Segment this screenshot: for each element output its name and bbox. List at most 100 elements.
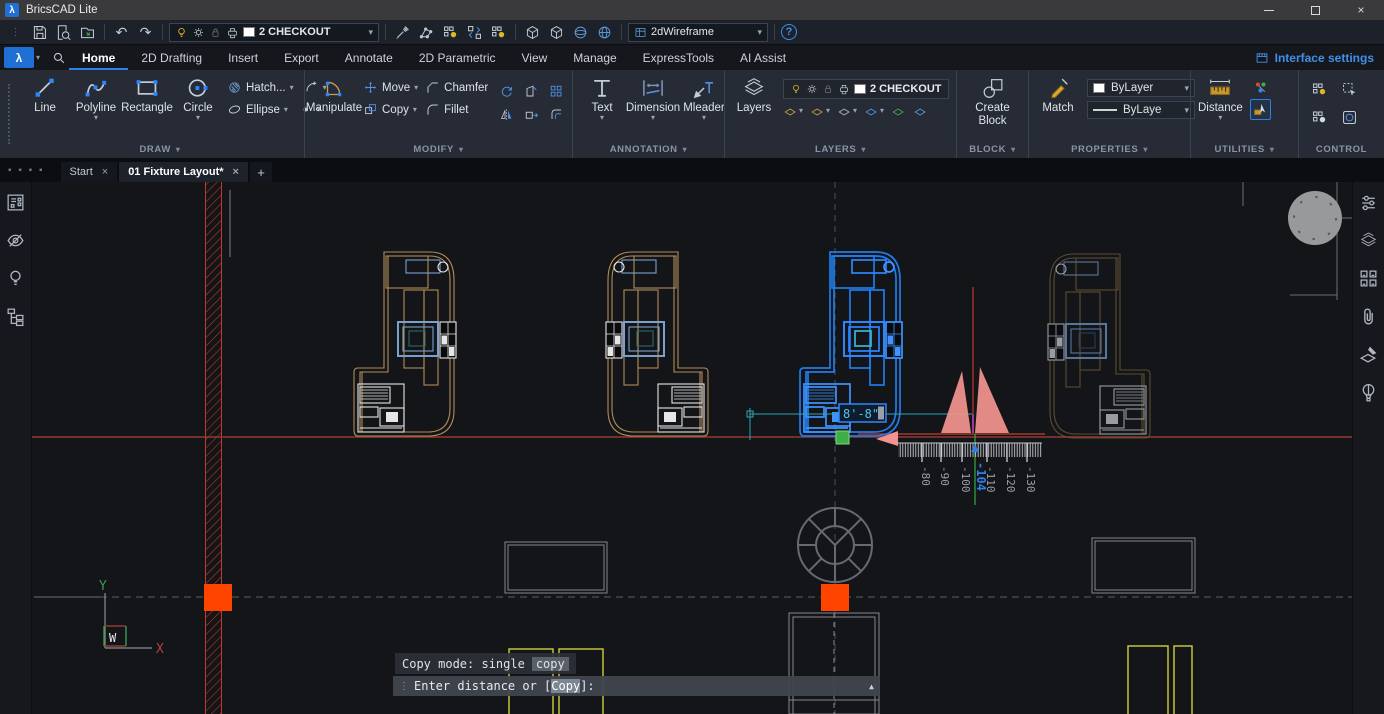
close-button[interactable]: × — [1338, 0, 1384, 20]
tab-2d-parametric[interactable]: 2D Parametric — [406, 45, 509, 70]
fixture-block-2[interactable] — [606, 252, 708, 436]
fixture-block-1[interactable] — [354, 252, 456, 436]
hide-objects-icon[interactable] — [5, 230, 26, 251]
lock-layer-tool[interactable]: ▾ — [810, 103, 830, 118]
layer-dropdown[interactable]: 2 CHECKOUT ▾ — [169, 23, 379, 42]
layer-selector[interactable]: 2 CHECKOUT — [783, 79, 949, 99]
expand-history-button[interactable]: ▲ — [869, 682, 874, 691]
text-tool[interactable]: Text▾ — [580, 75, 624, 121]
toolbar-grip[interactable]: ⋮ — [5, 22, 26, 43]
help-button[interactable]: ? — [781, 24, 797, 40]
column-bubble[interactable] — [1288, 191, 1342, 245]
application-menu-button[interactable]: λ — [4, 47, 34, 68]
panel-label-control[interactable]: CONTROL — [1306, 141, 1377, 158]
fillet-tool[interactable]: Fillet — [425, 101, 488, 118]
array-tool[interactable] — [545, 81, 567, 101]
tab-manage[interactable]: Manage — [560, 45, 629, 70]
freeze-layer-tool[interactable]: ▾ — [837, 103, 857, 118]
layer-properties-tool[interactable] — [913, 103, 928, 118]
tips-panel-icon[interactable] — [1358, 382, 1379, 403]
doc-tab-start[interactable]: Start× — [61, 162, 118, 182]
blocks-panel-icon[interactable] — [1358, 268, 1379, 289]
line-tool[interactable]: Line — [23, 75, 67, 114]
hatched-column[interactable] — [205, 182, 222, 714]
tab-insert[interactable]: Insert — [215, 45, 271, 70]
isolate-objects-icon[interactable] — [440, 22, 461, 43]
view-cube-icon[interactable] — [522, 22, 543, 43]
layer-state-tool[interactable]: ▾ — [864, 103, 884, 118]
tab-home[interactable]: Home — [69, 45, 128, 70]
fixture-block-4[interactable] — [1048, 254, 1150, 438]
minimize-button[interactable] — [1246, 0, 1292, 20]
offset-tool[interactable] — [545, 104, 567, 124]
round-column[interactable] — [798, 508, 872, 582]
linetype-dropdown[interactable]: ByLaye▾ — [1087, 101, 1195, 119]
preview-button[interactable] — [53, 22, 74, 43]
visual-style-dropdown[interactable]: 2dWireframe ▾ — [628, 23, 768, 42]
layers-panel-icon[interactable] — [1358, 230, 1379, 251]
orbit-view-icon[interactable] — [546, 22, 567, 43]
chamfer-tool[interactable]: Chamfer — [425, 79, 488, 96]
dimension-input[interactable]: 8'-8" — [839, 404, 886, 422]
doc-tab-fixture-layout[interactable]: 01 Fixture Layout*× — [119, 162, 248, 182]
tabbar-grip[interactable]: ▪ ▪ ▪ ▪ — [8, 165, 45, 176]
tab-expresstools[interactable]: ExpressTools — [630, 45, 727, 70]
ribbon-grip[interactable] — [8, 84, 12, 144]
id-coordinates-tool[interactable] — [1250, 99, 1271, 120]
mleader-tool[interactable]: Mleader▾ — [682, 75, 726, 121]
panel-label-annotation[interactable]: ANNOTATION▾ — [580, 141, 717, 158]
panels-icon[interactable] — [5, 192, 26, 213]
color-dropdown[interactable]: ByLayer▾ — [1087, 79, 1195, 97]
panel-label-layers[interactable]: LAYERS▾ — [732, 141, 949, 158]
hatch-tool[interactable]: Hatch...▾ — [227, 79, 294, 96]
command-keyword[interactable]: Copy — [551, 679, 580, 693]
command-prompt[interactable]: ⋮ Enter distance or [Copy]: ▲ — [393, 676, 880, 696]
ellipse-tool[interactable]: Ellipse▾ — [227, 101, 288, 118]
redo-button[interactable]: ↷ — [135, 22, 156, 43]
drawing-area[interactable]: 8'-8" — [32, 182, 1352, 714]
create-block-tool[interactable]: Create Block — [967, 75, 1019, 128]
save-button[interactable] — [29, 22, 50, 43]
undo-button[interactable]: ↶ — [111, 22, 132, 43]
match-tool[interactable]: Match — [1036, 75, 1080, 114]
copy-tool[interactable]: Copy▾ — [363, 101, 418, 118]
sheets-panel-icon[interactable] — [1358, 344, 1379, 365]
sphere-view-icon[interactable] — [570, 22, 591, 43]
match-properties-icon[interactable] — [392, 22, 413, 43]
set-current-layer-tool[interactable] — [891, 103, 906, 118]
tab-ai-assist[interactable]: AI Assist — [727, 45, 799, 70]
rotate-tool[interactable] — [495, 81, 517, 101]
close-icon[interactable]: × — [233, 166, 239, 178]
structure-icon[interactable] — [5, 306, 26, 327]
close-icon[interactable]: × — [102, 166, 108, 178]
open-button[interactable] — [77, 22, 98, 43]
circle-tool[interactable]: Circle▾ — [176, 75, 220, 121]
properties-panel-icon[interactable] — [1358, 192, 1379, 213]
attachments-panel-icon[interactable] — [1358, 306, 1379, 327]
move-tool[interactable]: Move▾ — [363, 79, 418, 96]
explode-icon[interactable] — [416, 22, 437, 43]
manipulate-tool[interactable]: Manipulate — [312, 75, 356, 114]
boundary-tool[interactable] — [1336, 105, 1362, 129]
interface-settings-button[interactable]: Interface settings — [1255, 51, 1374, 65]
layers-tool[interactable]: Layers — [732, 75, 776, 114]
visibility-on-tool[interactable] — [1306, 77, 1332, 101]
panel-label-modify[interactable]: MODIFY▾ — [312, 141, 565, 158]
tab-export[interactable]: Export — [271, 45, 332, 70]
panel-label-properties[interactable]: PROPERTIES▾ — [1036, 141, 1183, 158]
hide-objects-icon[interactable] — [488, 22, 509, 43]
layer-off-tool[interactable]: ▾ — [783, 103, 803, 118]
visibility-off-tool[interactable] — [1306, 105, 1332, 129]
tab-2d-drafting[interactable]: 2D Drafting — [128, 45, 215, 70]
quick-select-tool[interactable] — [1250, 79, 1271, 96]
panel-label-block[interactable]: BLOCK▾ — [964, 141, 1021, 158]
tab-view[interactable]: View — [509, 45, 561, 70]
panel-label-draw[interactable]: DRAW▾ — [23, 141, 297, 158]
polyline-tool[interactable]: Polyline▾ — [74, 75, 118, 121]
distance-tool[interactable]: Distance▾ — [1198, 75, 1243, 121]
swap-objects-icon[interactable] — [464, 22, 485, 43]
select-similar-tool[interactable] — [1336, 77, 1362, 101]
new-tab-button[interactable]: + — [250, 162, 272, 182]
ribbon-search-button[interactable] — [48, 47, 69, 68]
mirror-tool[interactable] — [495, 104, 517, 124]
